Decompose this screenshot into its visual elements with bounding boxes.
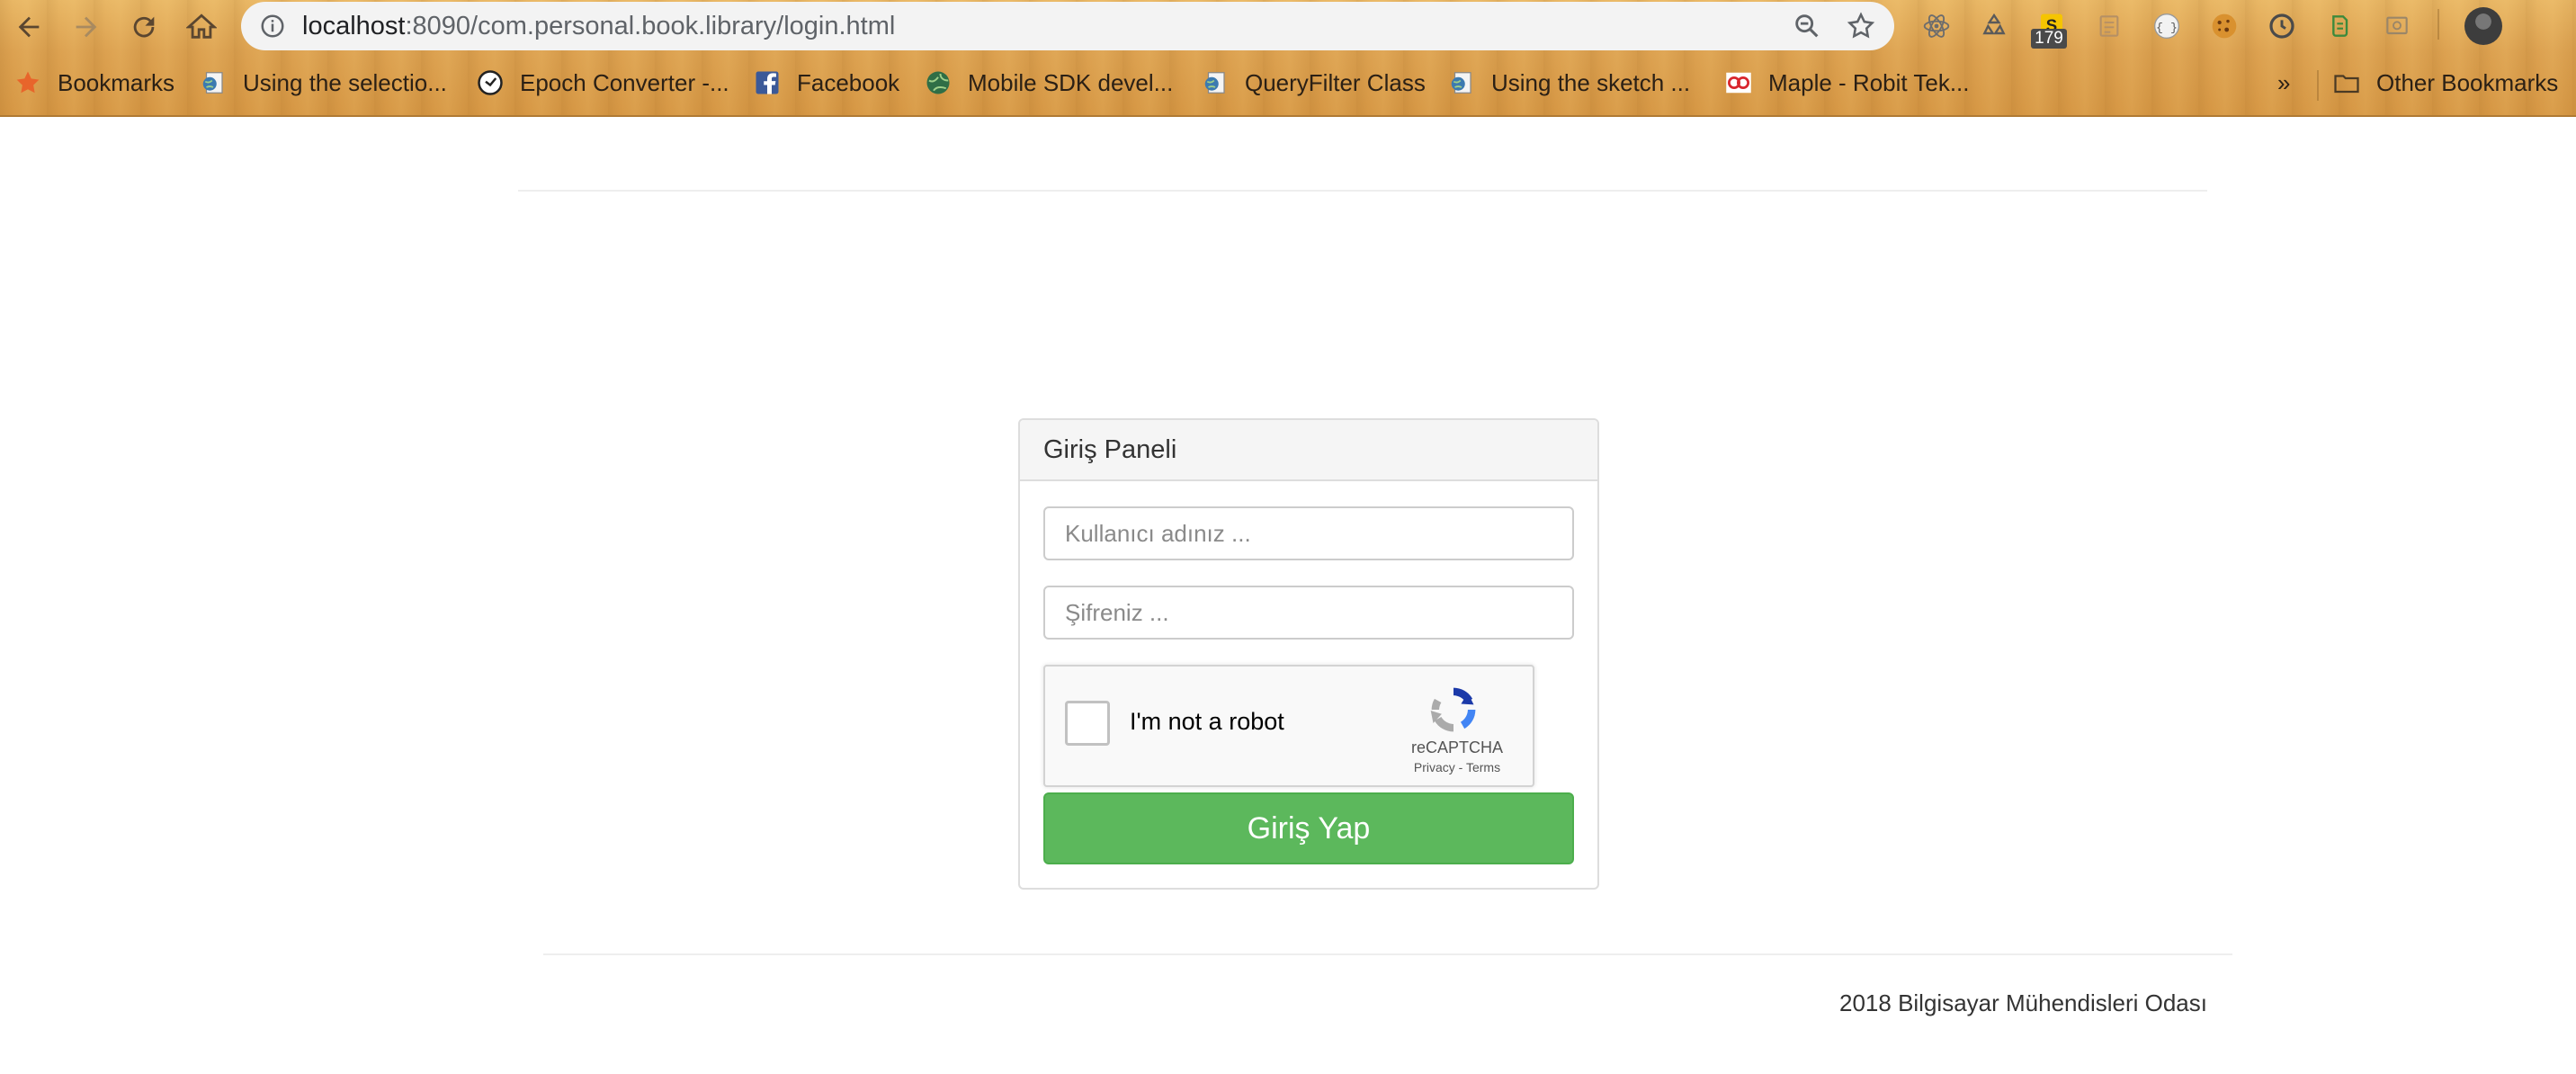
bookmark-label: Using the sketch ... [1491, 68, 1691, 96]
address-bar[interactable]: localhost:8090/com.personal.book.library… [241, 2, 1894, 50]
evernote-icon[interactable] [2324, 11, 2355, 41]
cookie-icon[interactable] [2209, 11, 2240, 41]
recycle-icon[interactable] [1979, 11, 2009, 41]
globe-page-icon [1448, 69, 1475, 96]
bookmark-queryfilter-class[interactable]: QueryFilter Class [1202, 65, 1426, 101]
bookmark-using-selection[interactable]: Using the selectio... [200, 65, 447, 101]
facebook-icon [754, 69, 781, 96]
bookmark-star-icon[interactable] [1846, 11, 1876, 41]
browser-chrome: localhost:8090/com.personal.book.library… [0, 0, 2576, 117]
extension-badge-count: 179 [2031, 29, 2067, 49]
bookmark-label: Bookmarks [58, 68, 175, 96]
recaptcha-privacy-terms-link[interactable]: Privacy - Terms [1398, 760, 1516, 774]
bookmark-facebook[interactable]: Facebook [754, 65, 899, 101]
forward-button[interactable] [67, 7, 106, 47]
bookmark-mobile-sdk[interactable]: Mobile SDK devel... [925, 65, 1173, 101]
back-arrow-icon [18, 16, 40, 38]
svg-text:{ }: { } [2156, 22, 2178, 35]
zoom-icon[interactable] [1792, 11, 1822, 41]
url-host: localhost [302, 12, 406, 40]
globe-page-icon [1202, 69, 1229, 96]
panel-title: Giriş Paneli [1020, 420, 1597, 481]
home-icon [186, 13, 217, 39]
globe-page-icon [200, 69, 227, 96]
login-submit-button[interactable]: Giriş Yap [1043, 792, 1574, 864]
recaptcha-checkbox[interactable] [1065, 701, 1110, 746]
bookmark-label: Facebook [797, 68, 900, 96]
recaptcha-widget: I'm not a robot reCAPTCHA Privacy - Term… [1043, 665, 1534, 787]
home-button[interactable] [182, 7, 221, 47]
info-icon[interactable] [259, 13, 286, 40]
url-text[interactable]: localhost:8090/com.personal.book.library… [302, 2, 895, 50]
bookmark-epoch-converter[interactable]: Epoch Converter -... [477, 65, 729, 101]
bookmarks-menu[interactable]: Bookmarks [14, 65, 174, 101]
profile-avatar[interactable] [2464, 7, 2502, 45]
react-devtools-icon[interactable] [1921, 11, 1952, 41]
other-bookmarks-label: Other Bookmarks [2376, 68, 2559, 96]
bookmarks-overflow-button[interactable]: » [2277, 65, 2290, 101]
bookmark-label: Maple - Robit Tek... [1768, 68, 1970, 96]
screen-capture-icon[interactable] [2382, 11, 2412, 41]
infinity-icon [1725, 69, 1752, 96]
back-button[interactable] [9, 7, 49, 47]
top-divider [518, 190, 2207, 192]
bookmark-label: Mobile SDK devel... [968, 68, 1174, 96]
json-viewer-icon[interactable]: { } [2151, 11, 2182, 41]
document-extension-icon[interactable] [2094, 11, 2124, 41]
bookmark-label: Using the selectio... [243, 68, 447, 96]
globe-icon [925, 69, 952, 96]
bookmarks-bar: Bookmarks Using the selectio... Epoch Co… [0, 58, 2576, 108]
clock-icon [477, 69, 504, 96]
bookmark-using-sketch[interactable]: Using the sketch ... [1448, 65, 1690, 101]
url-path: :8090/com.personal.book.library/login.ht… [405, 12, 896, 40]
folder-icon [2333, 69, 2360, 96]
history-clock-icon[interactable] [2267, 11, 2297, 41]
toolbar-separator [2437, 9, 2439, 40]
recaptcha-logo-icon [1430, 687, 1476, 732]
username-input[interactable] [1043, 506, 1574, 560]
footer-copyright: 2018 Bilgisayar Mühendisleri Odası [1839, 989, 2207, 1016]
bookmark-maple-robit[interactable]: Maple - Robit Tek... [1725, 65, 1970, 101]
bookmark-label: Epoch Converter -... [520, 68, 729, 96]
star-icon [14, 69, 41, 96]
recaptcha-brand: reCAPTCHA [1410, 738, 1503, 756]
login-panel: Giriş Paneli I'm not a robot reCAPTCHA P… [1018, 418, 1599, 890]
reload-button[interactable] [124, 7, 164, 47]
password-input[interactable] [1043, 586, 1574, 640]
forward-arrow-icon [76, 16, 97, 38]
recaptcha-label: I'm not a robot [1130, 708, 1284, 735]
bookmark-label: QueryFilter Class [1245, 68, 1426, 96]
footer-divider [543, 953, 2232, 955]
bookmarks-separator [2317, 70, 2319, 101]
browser-toolbar: localhost:8090/com.personal.book.library… [0, 0, 2576, 54]
other-bookmarks-folder[interactable]: Other Bookmarks [2333, 65, 2558, 101]
reload-icon [133, 16, 155, 38]
